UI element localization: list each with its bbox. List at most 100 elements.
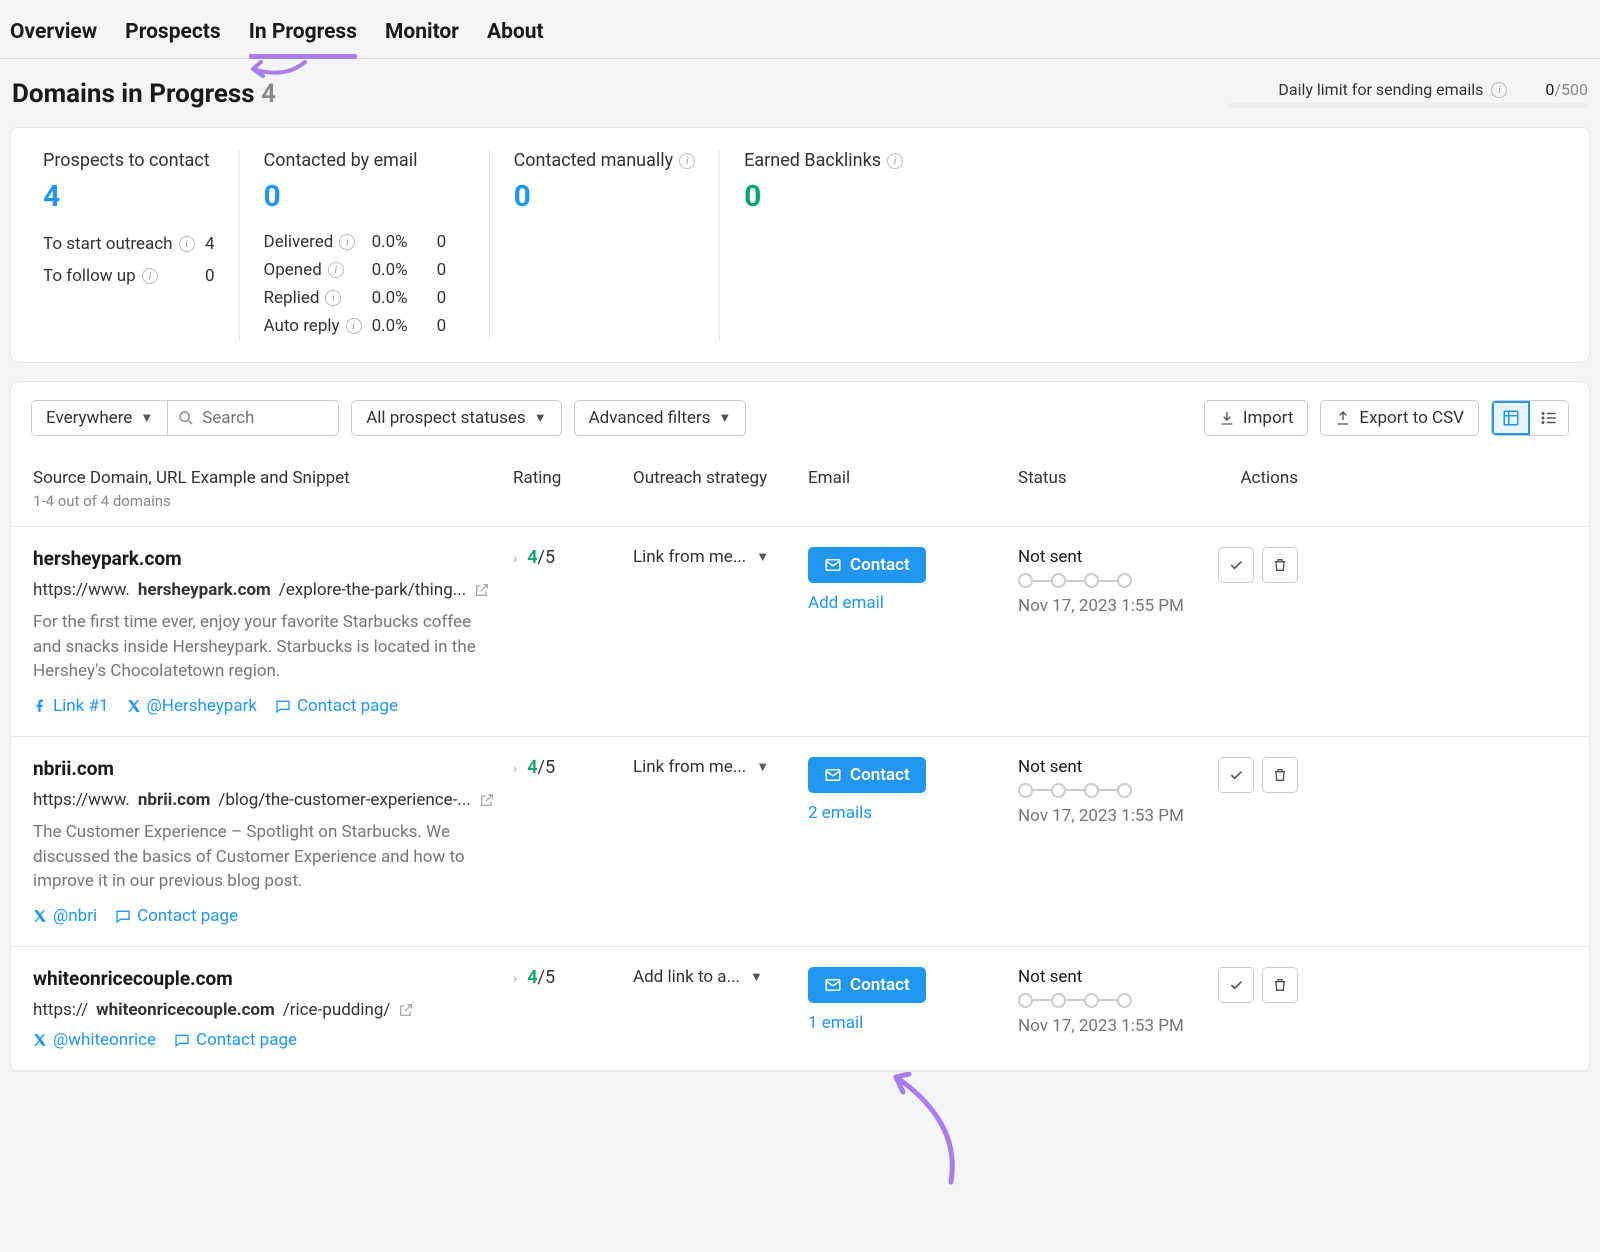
export-button[interactable]: Export to CSV — [1320, 400, 1479, 436]
view-table-button[interactable] — [1492, 401, 1530, 435]
table-row: nbrii.com https://www.nbrii.com/blog/the… — [11, 737, 1589, 947]
advanced-filters-dropdown[interactable]: Advanced filters ▼ — [574, 400, 747, 436]
tab-about[interactable]: About — [487, 12, 544, 58]
tab-in-progress[interactable]: In Progress — [249, 12, 357, 58]
x-icon — [33, 909, 47, 923]
x-icon — [127, 699, 141, 713]
info-icon[interactable]: i — [325, 290, 341, 306]
info-icon[interactable]: i — [179, 236, 195, 252]
contact-button[interactable]: Contact — [808, 757, 926, 793]
delete-button[interactable] — [1262, 757, 1298, 793]
annotation-arrow-icon — [881, 1072, 971, 1192]
check-icon — [1228, 557, 1244, 573]
chevron-down-icon: ▼ — [140, 410, 153, 426]
info-icon[interactable]: i — [328, 262, 344, 278]
chevron-down-icon: ▼ — [750, 969, 763, 985]
stat-emailed: Contacted by email 0 Deliveredi0.0%0 Ope… — [240, 150, 490, 340]
chevron-down-icon: ▼ — [756, 759, 769, 775]
x-icon — [33, 1033, 47, 1047]
stat-manual: Contacted manuallyi 0 — [490, 150, 721, 340]
upload-icon — [1335, 410, 1351, 426]
status-filter-dropdown[interactable]: All prospect statuses ▼ — [351, 400, 561, 436]
email-link[interactable]: 1 email — [808, 1013, 863, 1033]
table-icon — [1502, 409, 1520, 427]
stat-prospects: Prospects to contact 4 To start outreach… — [19, 150, 240, 340]
f-icon — [33, 699, 47, 713]
status-cell: Not sent Nov 17, 2023 1:53 PM — [1018, 967, 1208, 1036]
contact-button[interactable]: Contact — [808, 547, 926, 583]
delete-button[interactable] — [1262, 967, 1298, 1003]
rating-cell[interactable]: ›4/5 — [513, 967, 633, 988]
chevron-right-icon: › — [513, 551, 517, 567]
info-icon[interactable]: i — [1491, 82, 1507, 98]
chevron-right-icon: › — [513, 761, 517, 777]
social-link[interactable]: Link #1 — [33, 696, 109, 716]
check-icon — [1228, 977, 1244, 993]
annotation-arrow-icon — [245, 54, 315, 84]
tab-monitor[interactable]: Monitor — [385, 12, 459, 58]
strategy-dropdown[interactable]: Link from me... ▼ — [633, 757, 808, 777]
list-icon — [1540, 409, 1558, 427]
social-link[interactable]: @whiteonrice — [33, 1030, 156, 1050]
tab-overview[interactable]: Overview — [10, 12, 97, 58]
email-link[interactable]: 2 emails — [808, 803, 872, 823]
status-cell: Not sent Nov 17, 2023 1:55 PM — [1018, 547, 1208, 616]
social-link[interactable]: Contact page — [174, 1030, 297, 1050]
mark-done-button[interactable] — [1218, 547, 1254, 583]
contact-button[interactable]: Contact — [808, 967, 926, 1003]
social-link[interactable]: @nbri — [33, 906, 97, 926]
table-header: Source Domain, URL Example and Snippet1-… — [11, 454, 1589, 527]
trash-icon — [1272, 977, 1288, 993]
page-title: Domains in Progress 4 — [12, 79, 276, 109]
email-link[interactable]: Add email — [808, 593, 884, 613]
chat-icon — [174, 1032, 190, 1048]
social-link[interactable]: Contact page — [275, 696, 398, 716]
domains-table: Everywhere ▼ All prospect statuses ▼ Adv… — [10, 381, 1590, 1072]
url-example[interactable]: https://www.nbrii.com/blog/the-customer-… — [33, 790, 513, 810]
mail-icon — [824, 766, 842, 784]
info-icon[interactable]: i — [142, 268, 158, 284]
strategy-dropdown[interactable]: Add link to a... ▼ — [633, 967, 808, 987]
chevron-right-icon: › — [513, 971, 517, 987]
table-row: hersheypark.com https://www.hersheypark.… — [11, 527, 1589, 737]
trash-icon — [1272, 767, 1288, 783]
stat-backlinks: Earned Backlinksi 0 — [720, 150, 927, 340]
social-link[interactable]: Contact page — [115, 906, 238, 926]
chevron-down-icon: ▼ — [718, 410, 731, 426]
snippet: The Customer Experience – Spotlight on S… — [33, 820, 493, 894]
info-icon[interactable]: i — [339, 234, 355, 250]
info-icon[interactable]: i — [679, 153, 695, 169]
mail-icon — [824, 556, 842, 574]
import-button[interactable]: Import — [1204, 400, 1309, 436]
social-link[interactable]: @Hersheypark — [127, 696, 257, 716]
tab-prospects[interactable]: Prospects — [125, 12, 221, 58]
check-icon — [1228, 767, 1244, 783]
info-icon[interactable]: i — [346, 318, 362, 334]
domain-name[interactable]: hersheypark.com — [33, 547, 513, 570]
external-link-icon[interactable] — [398, 1002, 414, 1018]
rating-cell[interactable]: ›4/5 — [513, 757, 633, 778]
chat-icon — [115, 908, 131, 924]
mark-done-button[interactable] — [1218, 967, 1254, 1003]
download-icon — [1219, 410, 1235, 426]
chevron-down-icon: ▼ — [756, 549, 769, 565]
external-link-icon[interactable] — [474, 582, 490, 598]
info-icon[interactable]: i — [887, 153, 903, 169]
chevron-down-icon: ▼ — [534, 410, 547, 426]
strategy-dropdown[interactable]: Link from me... ▼ — [633, 547, 808, 567]
url-example[interactable]: https://www.hersheypark.com/explore-the-… — [33, 580, 513, 600]
rating-cell[interactable]: ›4/5 — [513, 547, 633, 568]
daily-limit: Daily limit for sending emails i 0/500 — [1228, 80, 1588, 108]
external-link-icon[interactable] — [479, 792, 495, 808]
snippet: For the first time ever, enjoy your favo… — [33, 610, 493, 684]
trash-icon — [1272, 557, 1288, 573]
url-example[interactable]: https://whiteonricecouple.com/rice-puddi… — [33, 1000, 513, 1020]
domain-name[interactable]: whiteonricecouple.com — [33, 967, 513, 990]
mark-done-button[interactable] — [1218, 757, 1254, 793]
delete-button[interactable] — [1262, 547, 1298, 583]
scope-dropdown[interactable]: Everywhere ▼ — [32, 401, 168, 435]
stats-card: Prospects to contact 4 To start outreach… — [10, 127, 1590, 363]
domain-name[interactable]: nbrii.com — [33, 757, 513, 780]
table-row: whiteonricecouple.com https://whiteonric… — [11, 947, 1589, 1071]
view-list-button[interactable] — [1530, 401, 1568, 435]
